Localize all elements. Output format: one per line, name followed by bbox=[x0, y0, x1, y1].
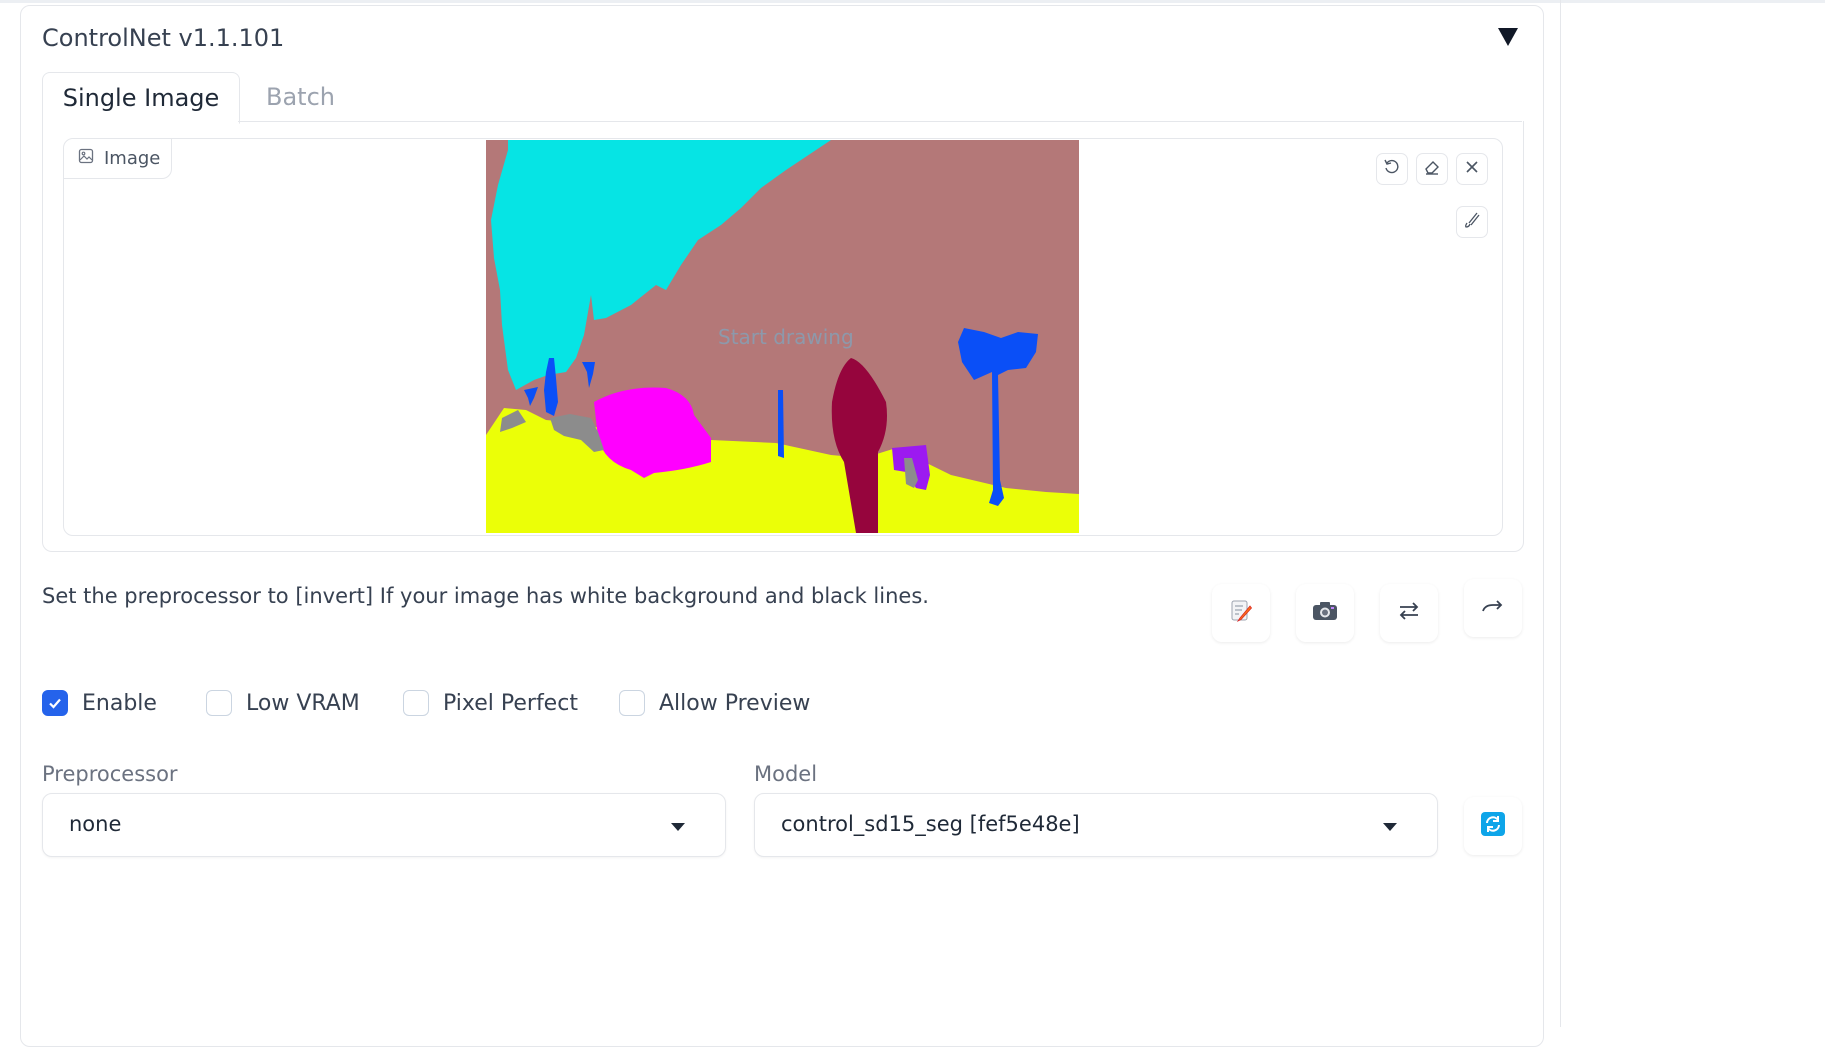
model-dropdown[interactable]: control_sd15_seg [fef5e48e] bbox=[754, 793, 1438, 857]
enable-checkbox[interactable]: Enable bbox=[42, 690, 157, 716]
low-vram-label: Low VRAM bbox=[246, 690, 360, 716]
image-label-badge: Image bbox=[64, 139, 172, 179]
webcam-button[interactable] bbox=[1296, 584, 1354, 642]
send-dimensions-button[interactable] bbox=[1464, 579, 1522, 637]
brush-button[interactable] bbox=[1456, 206, 1488, 238]
low-vram-check-box[interactable] bbox=[206, 690, 232, 716]
preprocessor-hint: Set the preprocessor to [invert] If your… bbox=[42, 584, 929, 608]
right-divider bbox=[1560, 0, 1561, 1027]
eraser-button[interactable] bbox=[1416, 153, 1448, 185]
allow-preview-check-box[interactable] bbox=[619, 690, 645, 716]
enable-label: Enable bbox=[82, 690, 157, 716]
close-icon bbox=[1464, 159, 1480, 179]
low-vram-checkbox[interactable]: Low VRAM bbox=[206, 690, 360, 716]
image-label: Image bbox=[104, 148, 161, 169]
canvas-placeholder: Start drawing bbox=[718, 325, 854, 349]
preprocessor-dropdown[interactable]: none bbox=[42, 793, 726, 857]
swap-dimensions-button[interactable] bbox=[1380, 584, 1438, 642]
checkmark-icon bbox=[49, 698, 61, 709]
refresh-models-button[interactable] bbox=[1464, 797, 1522, 855]
model-label: Model bbox=[754, 762, 818, 786]
allow-preview-checkbox[interactable]: Allow Preview bbox=[619, 690, 810, 716]
undo-icon bbox=[1383, 158, 1401, 180]
undo-button[interactable] bbox=[1376, 153, 1408, 185]
pixel-perfect-checkbox[interactable]: Pixel Perfect bbox=[403, 690, 578, 716]
send-up-icon bbox=[1481, 596, 1505, 620]
enable-check-box[interactable] bbox=[42, 690, 68, 716]
chevron-down-icon bbox=[671, 823, 685, 831]
camera-icon bbox=[1311, 599, 1339, 627]
chevron-down-icon bbox=[1383, 823, 1397, 831]
open-editor-button[interactable] bbox=[1212, 584, 1270, 642]
tab-batch[interactable]: Batch bbox=[266, 72, 335, 122]
preprocessor-value: none bbox=[69, 812, 122, 836]
collapse-triangle-icon[interactable] bbox=[1498, 28, 1518, 46]
pixel-perfect-label: Pixel Perfect bbox=[443, 690, 578, 716]
clear-button[interactable] bbox=[1456, 153, 1488, 185]
panel-title[interactable]: ControlNet v1.1.101 bbox=[42, 24, 284, 52]
preprocessor-label: Preprocessor bbox=[42, 762, 178, 786]
refresh-icon bbox=[1480, 811, 1506, 841]
top-divider bbox=[0, 0, 1825, 3]
pixel-perfect-check-box[interactable] bbox=[403, 690, 429, 716]
edit-icon bbox=[1228, 598, 1254, 628]
image-icon bbox=[78, 148, 94, 169]
model-value: control_sd15_seg [fef5e48e] bbox=[781, 812, 1080, 836]
swap-icon bbox=[1397, 600, 1421, 626]
tab-single-image[interactable]: Single Image bbox=[42, 72, 240, 124]
eraser-icon bbox=[1423, 158, 1441, 180]
brush-icon bbox=[1463, 211, 1481, 233]
allow-preview-label: Allow Preview bbox=[659, 690, 811, 716]
